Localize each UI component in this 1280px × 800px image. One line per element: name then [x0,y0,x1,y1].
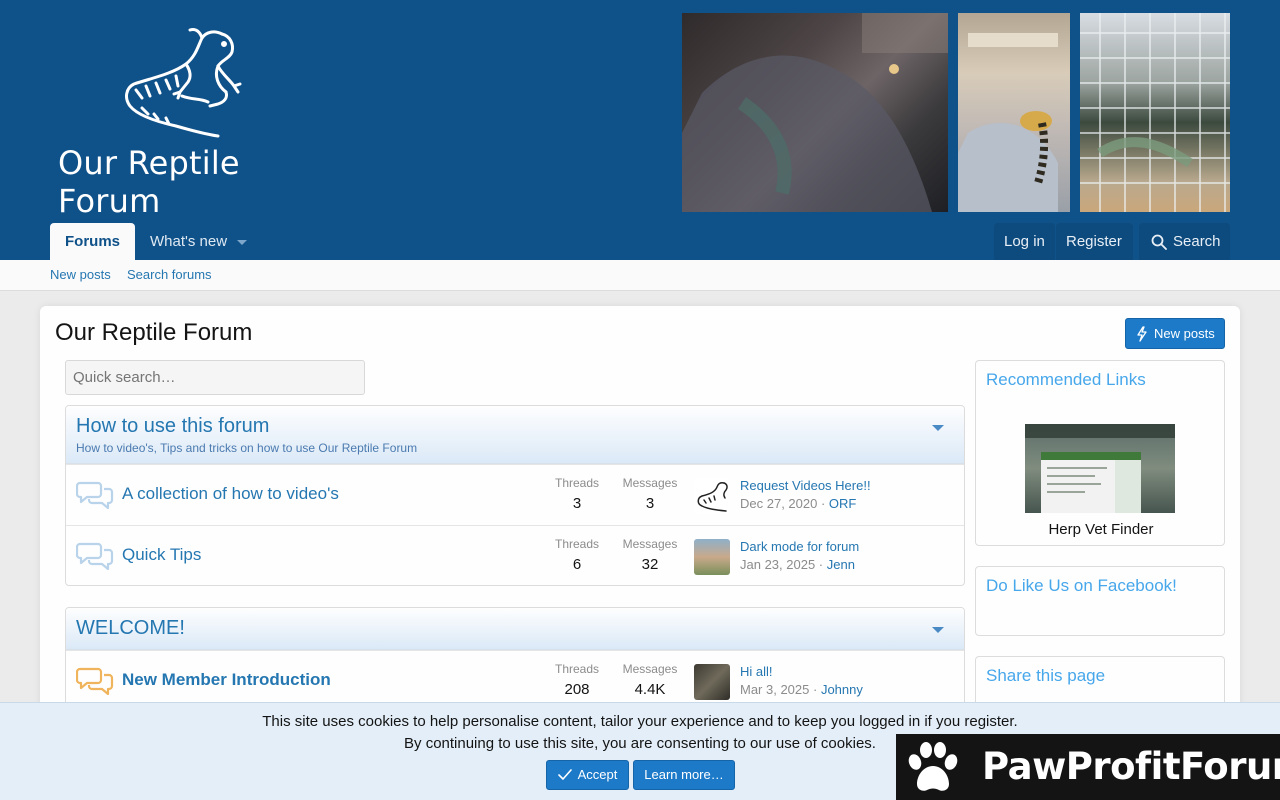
last-post-date[interactable]: Mar 3, 2025 [740,682,809,697]
last-post-user[interactable]: ORF [829,496,856,511]
lightning-bolt-icon [1137,326,1147,342]
header-photo-iguana-cage [1080,13,1230,212]
sidebar-heading: Do Like Us on Facebook! [986,576,1177,595]
last-post-meta: Jan 23, 2025 · Jenn [740,557,855,572]
header-photo-iguana-blanket [682,13,948,212]
accept-label: Accept [577,767,618,782]
threads-count: 3 [572,495,582,512]
subnav-search-forums[interactable]: Search forums [127,267,212,282]
sub-navigation: New posts Search forums [0,260,1280,291]
messages-count: 4.4K [634,681,666,698]
last-post-title[interactable]: Dark mode for forum [740,539,859,554]
last-post-title[interactable]: Hi all! [740,664,773,679]
login-link[interactable]: Log in [994,223,1055,260]
messages-stat: Messages 4.4K [620,662,680,698]
messages-label: Messages [622,476,678,490]
quick-search-input[interactable] [65,360,365,395]
forum-title[interactable]: New Member Introduction [122,670,331,690]
threads-count: 6 [572,556,582,573]
category-title[interactable]: How to use this forum [76,415,269,438]
sidebar-facebook: Do Like Us on Facebook! [975,566,1225,636]
messages-label: Messages [622,662,678,676]
messages-count: 32 [641,556,659,573]
threads-label: Threads [554,662,600,676]
logo-text: Our Reptile Forum [58,144,240,220]
category-how-to-use: How to use this forum How to video's, Ti… [65,405,965,586]
last-post-meta: Mar 3, 2025 · Johnny [740,682,863,697]
threads-stat: Threads 6 [547,537,607,573]
paw-print-icon [908,742,958,791]
messages-stat: Messages 32 [620,537,680,573]
forum-title[interactable]: A collection of how to video's [122,484,339,504]
last-post-meta: Dec 27, 2020 · ORF [740,496,857,511]
collapse-toggle-icon[interactable] [932,425,944,431]
site-logo[interactable]: Our Reptile Forum [58,26,348,220]
new-posts-button[interactable]: New posts [1125,318,1225,349]
learn-more-button[interactable]: Learn more… [633,760,735,790]
pawprofit-badge: PawProfitForum [896,734,1280,800]
badge-text: PawProfitForum [982,745,1280,788]
threads-label: Threads [554,476,600,490]
tab-forums[interactable]: Forums [50,223,136,260]
chat-bubbles-read-icon [76,481,114,509]
search-button[interactable]: Search [1139,223,1230,260]
chevron-down-icon[interactable] [237,239,248,245]
forum-node: A collection of how to video's Threads 3… [66,464,964,525]
sidebar-heading: Share this page [986,666,1106,685]
category-description: How to video's, Tips and tricks on how t… [76,441,418,455]
forum-node: Quick Tips Threads 6 Messages 32 Dark mo… [66,525,964,585]
last-post-date[interactable]: Jan 23, 2025 [740,557,815,572]
cookie-text-line-1: This site uses cookies to help personali… [262,713,1018,730]
page-title: Our Reptile Forum [55,319,253,346]
last-post-user[interactable]: Johnny [821,682,863,697]
avatar[interactable] [694,664,730,700]
messages-stat: Messages 3 [620,476,680,512]
header-photo-gecko-hammock [958,13,1070,212]
tab-whats-new[interactable]: What's new [135,223,262,260]
new-posts-button-label: New posts [1154,326,1215,341]
messages-count: 3 [645,495,655,512]
herp-vet-finder-image[interactable] [1025,424,1175,513]
herp-vet-finder-caption[interactable]: Herp Vet Finder [976,521,1226,538]
last-post-date[interactable]: Dec 27, 2020 [740,496,817,511]
category-welcome: WELCOME! New Member Introduction Threads… [65,607,965,717]
last-post-user[interactable]: Jenn [827,557,855,572]
last-post-title[interactable]: Request Videos Here!! [740,478,871,493]
register-link[interactable]: Register [1056,223,1133,260]
avatar[interactable] [694,539,730,575]
collapse-toggle-icon[interactable] [932,627,944,633]
chat-bubbles-unread-icon [76,667,114,695]
threads-stat: Threads 208 [547,662,607,698]
search-icon [1151,234,1167,250]
accept-cookies-button[interactable]: Accept [546,760,629,790]
checkmark-icon [558,769,572,780]
threads-stat: Threads 3 [547,476,607,512]
category-title[interactable]: WELCOME! [76,617,185,640]
search-label: Search [1173,233,1221,250]
subnav-new-posts[interactable]: New posts [50,267,111,282]
threads-label: Threads [554,537,600,551]
sidebar-recommended-links: Recommended Links Herp Vet Finder [975,360,1225,546]
forum-title[interactable]: Quick Tips [122,545,201,565]
category-header: WELCOME! [66,608,964,650]
threads-count: 208 [564,681,590,698]
iguana-logo-icon [125,28,242,138]
avatar[interactable] [694,478,730,514]
category-header: How to use this forum How to video's, Ti… [66,406,964,464]
tab-whats-new-label: What's new [150,233,228,250]
iguana-avatar-icon [697,482,728,512]
sidebar-heading: Recommended Links [986,370,1146,389]
site-header: Our Reptile Forum [0,0,1280,260]
messages-label: Messages [622,537,678,551]
chat-bubbles-read-icon [76,542,114,570]
